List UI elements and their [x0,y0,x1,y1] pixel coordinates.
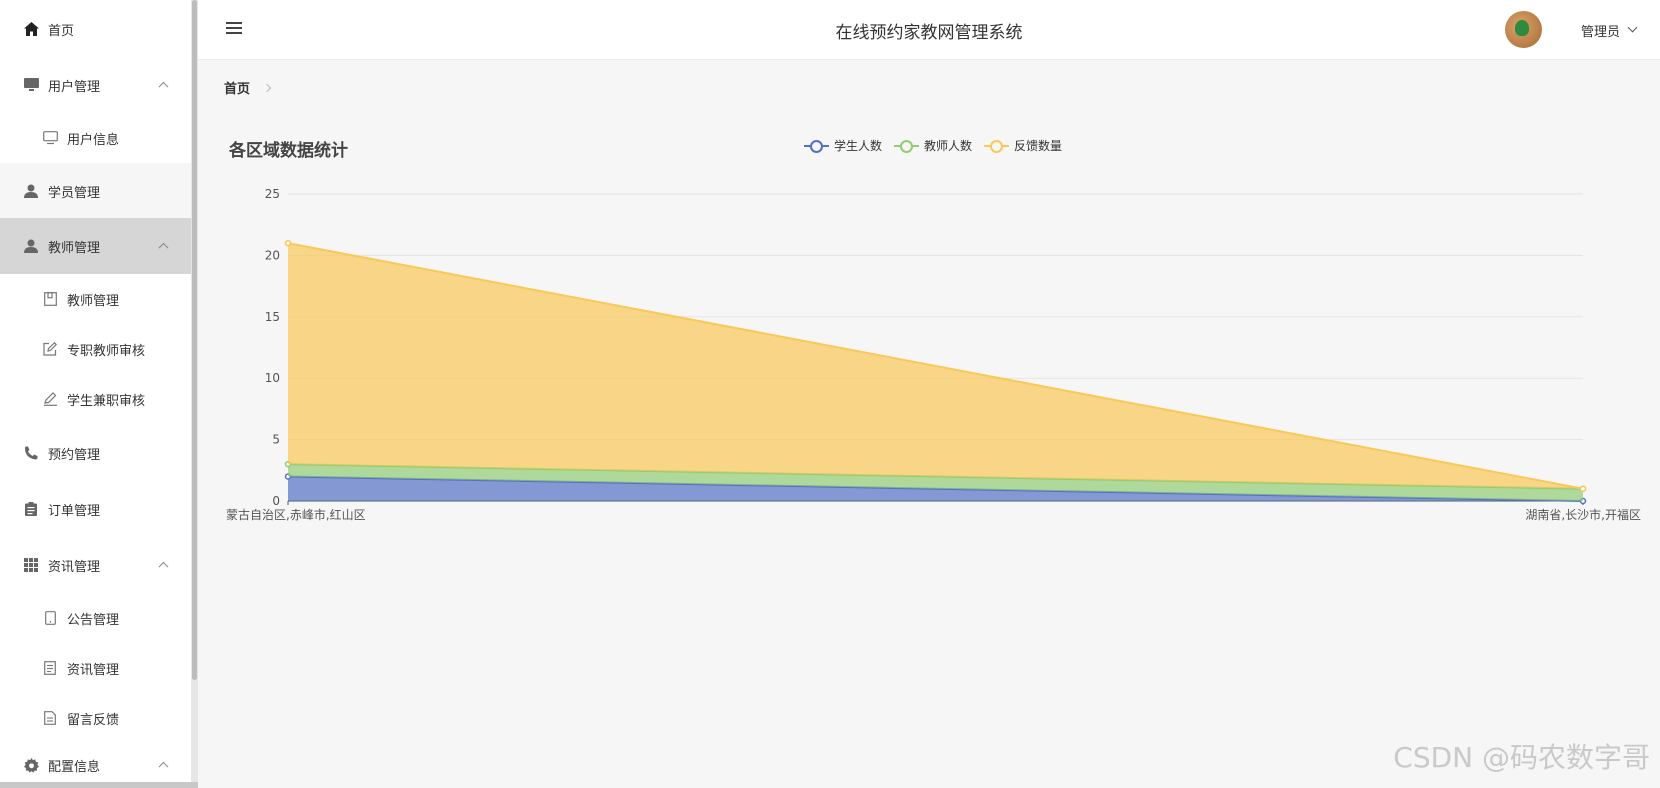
sidebar-item-news-management[interactable]: 资讯管理 [0,537,191,593]
sidebar: 首页 用户管理 用户信息 学员管理 教师管理 教师管理 专职教师审核 学生兼职审… [0,0,198,788]
y-tick-label: 10 [265,371,280,385]
gear-icon [23,757,39,773]
sidebar-item-label: 配置信息 [48,759,101,775]
sidebar-item-user-info[interactable]: 用户信息 [0,113,191,163]
breadcrumb-home[interactable]: 首页 [224,78,250,97]
y-tick-label: 5 [272,433,280,447]
sidebar-item-notice-management[interactable]: 公告管理 [0,593,191,643]
series-point-2 [1579,485,1587,492]
sidebar-scrollbar[interactable] [191,0,198,788]
sidebar-item-label: 留言反馈 [67,712,120,728]
x-tick-label: 蒙古自治区,赤峰市,红山区 [226,507,366,522]
sidebar-item-label: 教师管理 [67,293,120,309]
sidebar-item-fulltime-review[interactable]: 专职教师审核 [0,324,191,374]
sidebar-item-order-management[interactable]: 订单管理 [0,481,191,537]
y-tick-label: 0 [272,494,280,508]
monitor-outline-icon [42,130,58,146]
grid-icon [23,557,39,573]
document-icon [42,710,58,726]
sidebar-item-parttime-review[interactable]: 学生兼职审核 [0,374,191,424]
sidebar-item-config[interactable]: 配置信息 [0,743,191,787]
chevron-right-icon [262,83,272,92]
area-chart: 0 5 10 15 20 25 蒙古自治区,赤峰市,红山区 湖南省,长沙市,开福区 [226,187,1641,522]
sidebar-item-label: 订单管理 [48,503,101,519]
y-tick-label: 25 [265,187,280,201]
breadcrumb: 首页 [224,78,272,97]
page-title: 在线预约家教网管理系统 [835,23,1023,43]
top-header: 在线预约家教网管理系统 管理员 [198,0,1660,60]
sidebar-horizontal-scrollbar[interactable] [0,782,198,788]
sidebar-item-label: 预约管理 [48,447,101,463]
chevron-up-icon [158,81,169,92]
sidebar-item-label: 学生兼职审核 [67,393,146,409]
tablet-icon [42,610,58,626]
sidebar-item-teacher-management[interactable]: 教师管理 [0,218,191,274]
pen-icon [42,391,58,407]
notebook-icon [42,291,58,307]
user-icon [23,238,39,254]
monitor-icon [23,77,39,93]
sidebar-item-teacher-list[interactable]: 教师管理 [0,274,191,324]
chevron-up-icon [158,242,169,253]
sidebar-item-label: 学员管理 [48,185,101,201]
sidebar-item-booking-management[interactable]: 预约管理 [0,425,191,481]
sidebar-item-home[interactable]: 首页 [0,1,191,57]
y-tick-label: 20 [265,248,280,262]
sidebar-item-article-management[interactable]: 资讯管理 [0,643,191,693]
user-icon [23,183,39,199]
sidebar-item-label: 公告管理 [67,612,120,628]
sidebar-item-student-management[interactable]: 学员管理 [0,163,191,219]
edit-icon [42,341,58,357]
sidebar-item-label: 资讯管理 [48,559,101,575]
avatar[interactable] [1505,11,1542,48]
user-name-dropdown[interactable]: 管理员 [1581,21,1620,40]
y-tick-label: 15 [265,310,280,324]
sidebar-item-label: 首页 [48,23,75,39]
sidebar-item-label: 教师管理 [48,240,101,256]
chevron-up-icon [158,561,169,572]
chevron-up-icon [158,761,169,772]
sidebar-item-label: 用户管理 [48,79,101,95]
sidebar-item-feedback[interactable]: 留言反馈 [0,693,191,743]
document-icon [42,660,58,676]
x-tick-label: 湖南省,长沙市,开福区 [1525,507,1641,522]
sidebar-item-label: 资讯管理 [67,662,120,678]
sidebar-scrollbar-thumb[interactable] [192,0,197,680]
home-icon [23,21,39,37]
series-point-2 [284,239,292,247]
sidebar-item-label: 用户信息 [67,132,120,148]
sidebar-item-label: 专职教师审核 [67,343,146,359]
watermark: CSDN @码农数字哥 [1393,741,1650,774]
clipboard-icon [23,501,39,517]
phone-icon [23,445,39,461]
sidebar-item-user-management[interactable]: 用户管理 [0,57,191,113]
